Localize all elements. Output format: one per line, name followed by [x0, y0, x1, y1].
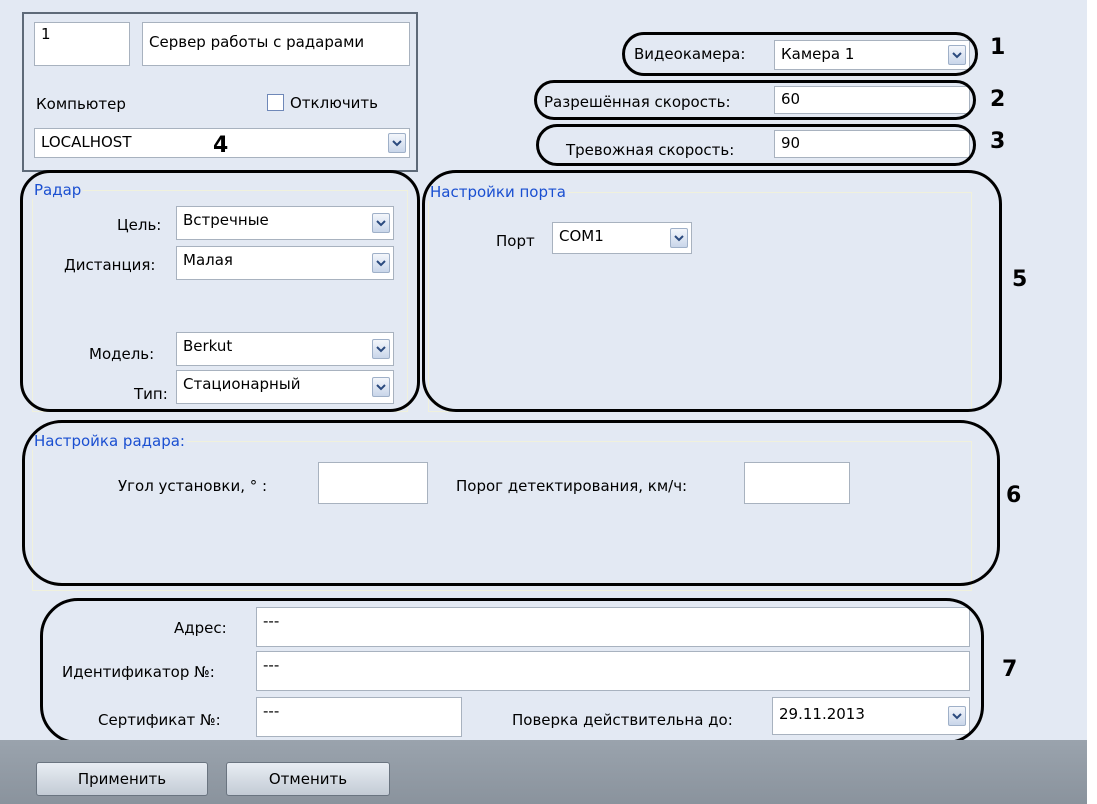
right-edge: [1087, 0, 1097, 804]
annotation-2: 2: [990, 87, 1006, 112]
annotation-7: 7: [1002, 657, 1018, 682]
annotation-4: 4: [213, 133, 229, 158]
annotation-oval-7: [40, 598, 984, 744]
chevron-down-icon[interactable]: [388, 133, 406, 153]
disable-checkbox[interactable]: [267, 94, 284, 111]
disable-label: Отключить: [290, 94, 379, 112]
annotation-oval-2: [534, 80, 976, 120]
annotation-oval-1: [622, 32, 978, 76]
computer-value: LOCALHOST: [41, 133, 132, 151]
annotation-6: 6: [1006, 483, 1022, 508]
cancel-button[interactable]: Отменить: [226, 762, 390, 796]
annotation-1: 1: [990, 35, 1006, 60]
annotation-5: 5: [1012, 267, 1028, 292]
computer-label: Компьютер: [36, 95, 126, 113]
annotation-oval-radar: [20, 170, 420, 412]
server-name-field[interactable]: Сервер работы с радарами: [142, 22, 410, 66]
apply-button[interactable]: Применить: [36, 762, 208, 796]
annotation-3: 3: [990, 129, 1006, 154]
annotation-oval-5: [422, 170, 1002, 412]
annotation-oval-3: [536, 124, 976, 166]
annotation-oval-6: [22, 420, 1000, 586]
server-id-field[interactable]: 1: [34, 22, 130, 66]
